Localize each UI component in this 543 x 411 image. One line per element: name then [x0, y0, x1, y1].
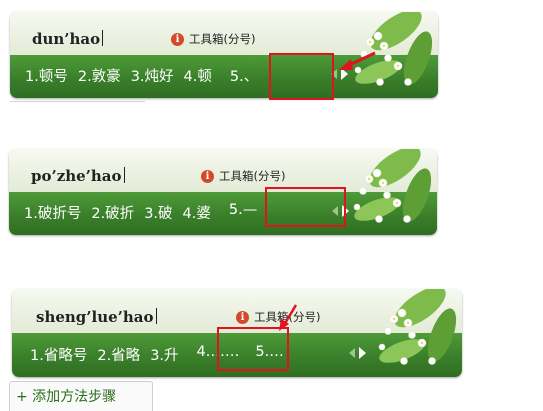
- candidate-1[interactable]: 1.破折号: [24, 202, 81, 223]
- pinyin-input[interactable]: po’zhe’hao: [31, 167, 125, 185]
- flower-leaf-decoration-icon: [354, 12, 433, 86]
- highlight-box-1: [269, 53, 334, 100]
- pinyin-text: sheng’lue’hao: [36, 308, 154, 326]
- candidate-2[interactable]: 2.省略: [97, 344, 140, 365]
- add-method-step-link[interactable]: + 添加方法步骤: [9, 381, 153, 411]
- add-method-step-label: + 添加方法步骤: [16, 389, 117, 405]
- info-icon: i: [171, 32, 184, 46]
- ime-panel-2: po’zhe’hao i 工具箱(分号) 1.破折号 2.破折 3.破 4.婆 …: [9, 149, 437, 235]
- toolbox-button[interactable]: i 工具箱(分号): [201, 168, 285, 184]
- candidate-5[interactable]: 5.、: [230, 65, 258, 86]
- info-icon: i: [201, 169, 214, 183]
- divider-line: [10, 101, 145, 102]
- toolbox-label: 工具箱(分号): [219, 169, 286, 183]
- candidate-1[interactable]: 1.顿号: [25, 65, 68, 86]
- highlight-box-2: [265, 187, 346, 227]
- candidate-2[interactable]: 2.破折: [91, 202, 134, 223]
- candidate-4[interactable]: 4.婆: [183, 202, 211, 223]
- text-caret: [123, 167, 125, 183]
- red-arrow-icon: [279, 304, 298, 331]
- flower-leaf-decoration-icon: [378, 289, 457, 365]
- candidate-list: 1.破折号 2.破折 3.破 4.婆 5.—: [24, 202, 267, 223]
- toolbox-label: 工具箱(分号): [189, 32, 256, 46]
- candidate-list: 1.顿号 2.敦豪 3.炖好 4.顿 5.、: [25, 65, 268, 86]
- candidate-3[interactable]: 3.炖好: [131, 65, 174, 86]
- pinyin-input[interactable]: dun’hao: [32, 30, 104, 48]
- candidate-3[interactable]: 3.升: [150, 344, 178, 365]
- candidate-4[interactable]: 4.顿: [184, 65, 212, 86]
- candidate-3[interactable]: 3.破: [144, 202, 172, 223]
- candidate-1[interactable]: 1.省略号: [30, 344, 87, 365]
- pinyin-text: dun’hao: [32, 30, 101, 48]
- candidate-2[interactable]: 2.敦豪: [78, 65, 121, 86]
- pinyin-input[interactable]: sheng’lue’hao: [36, 308, 157, 326]
- red-arrow-icon: [339, 51, 376, 70]
- toolbox-button[interactable]: i 工具箱(分号): [171, 31, 255, 47]
- text-caret: [102, 30, 104, 46]
- highlight-box-3: [217, 327, 289, 371]
- candidate-5[interactable]: 5.—: [229, 202, 257, 223]
- text-caret: [155, 308, 157, 324]
- pinyin-text: po’zhe’hao: [31, 167, 122, 185]
- info-icon: i: [236, 310, 249, 324]
